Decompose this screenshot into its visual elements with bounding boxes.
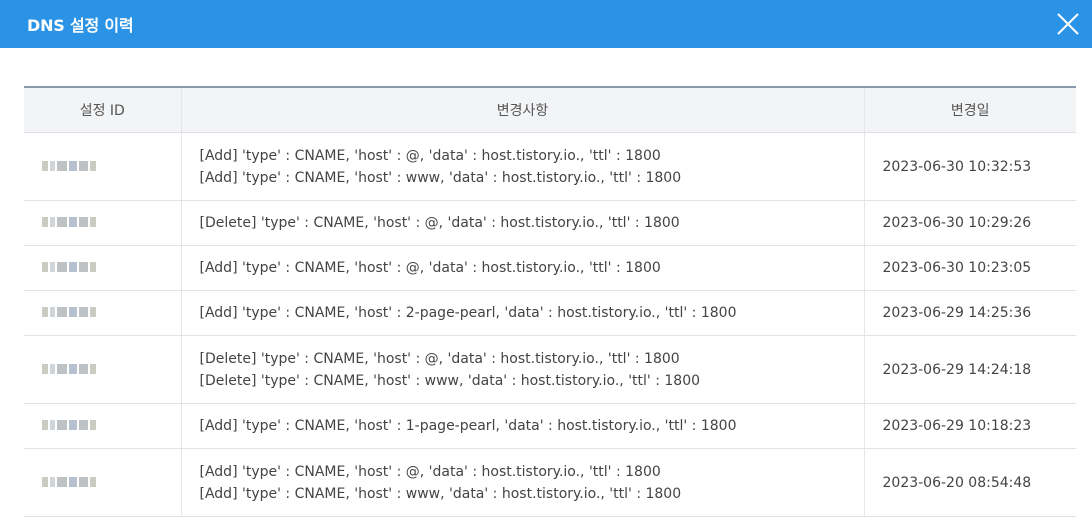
changed-date-cell: 2023-06-29 14:25:36 (863, 290, 1076, 336)
column-header-date: 변경일 (863, 86, 1076, 133)
changes-cell: [Delete] 'type' : CNAME, 'host' : @, 'da… (180, 200, 864, 246)
history-table: 설정 ID 변경사항 변경일 [Add] 'type' : CNAME, 'ho… (24, 86, 1076, 517)
blurred-id (42, 307, 100, 317)
change-line: [Add] 'type' : CNAME, 'host' : @, 'data'… (199, 147, 661, 164)
changes-cell: [Delete] 'type' : CNAME, 'host' : @, 'da… (180, 335, 864, 404)
blurred-id (42, 262, 100, 272)
table-row: [Add] 'type' : CNAME, 'host' : 2-page-pe… (24, 290, 1076, 336)
setting-id-cell (24, 245, 181, 291)
changes-cell: [Add] 'type' : CNAME, 'host' : @, 'data'… (180, 448, 864, 517)
blurred-id (42, 160, 100, 171)
close-icon (1057, 13, 1079, 35)
blurred-id (42, 476, 100, 487)
close-button[interactable] (1044, 0, 1092, 48)
changed-date-cell: 2023-06-29 10:18:23 (863, 403, 1076, 449)
changes-cell: [Add] 'type' : CNAME, 'host' : 1-page-pe… (180, 403, 864, 449)
history-table-wrap: 설정 ID 변경사항 변경일 [Add] 'type' : CNAME, 'ho… (24, 86, 1076, 517)
table-row: [Add] 'type' : CNAME, 'host' : 1-page-pe… (24, 403, 1076, 449)
changed-date-cell: 2023-06-20 08:54:48 (863, 448, 1076, 517)
table-row: [Add] 'type' : CNAME, 'host' : @, 'data'… (24, 245, 1076, 291)
change-line: [Add] 'type' : CNAME, 'host' : @, 'data'… (199, 463, 661, 480)
change-line: [Add] 'type' : CNAME, 'host' : @, 'data'… (199, 260, 661, 276)
column-header-changes: 변경사항 (180, 86, 864, 133)
column-header-id: 설정 ID (24, 86, 181, 133)
change-line: [Add] 'type' : CNAME, 'host' : www, 'dat… (199, 485, 682, 502)
change-line: [Add] 'type' : CNAME, 'host' : www, 'dat… (199, 169, 682, 186)
changed-date-cell: 2023-06-30 10:29:26 (863, 200, 1076, 246)
setting-id-cell (24, 448, 181, 517)
changes-cell: [Add] 'type' : CNAME, 'host' : @, 'data'… (180, 245, 864, 291)
table-row: [Delete] 'type' : CNAME, 'host' : @, 'da… (24, 200, 1076, 246)
change-line: [Add] 'type' : CNAME, 'host' : 2-page-pe… (199, 305, 737, 321)
modal-header: DNS 설정 이력 (0, 0, 1092, 48)
blurred-id (42, 363, 100, 374)
table-row: [Add] 'type' : CNAME, 'host' : @, 'data'… (24, 448, 1076, 517)
changes-cell: [Add] 'type' : CNAME, 'host' : @, 'data'… (180, 132, 864, 201)
change-line: [Delete] 'type' : CNAME, 'host' : @, 'da… (199, 215, 680, 231)
change-line: [Delete] 'type' : CNAME, 'host' : @, 'da… (199, 350, 680, 367)
changed-date-cell: 2023-06-30 10:32:53 (863, 132, 1076, 201)
setting-id-cell (24, 200, 181, 246)
table-header-row: 설정 ID 변경사항 변경일 (24, 86, 1076, 133)
setting-id-cell (24, 403, 181, 449)
setting-id-cell (24, 132, 181, 201)
table-row: [Delete] 'type' : CNAME, 'host' : @, 'da… (24, 335, 1076, 404)
changed-date-cell: 2023-06-29 14:24:18 (863, 335, 1076, 404)
table-row: [Add] 'type' : CNAME, 'host' : @, 'data'… (24, 132, 1076, 201)
change-line: [Add] 'type' : CNAME, 'host' : 1-page-pe… (199, 418, 737, 434)
setting-id-cell (24, 290, 181, 336)
modal-title: DNS 설정 이력 (27, 16, 134, 35)
setting-id-cell (24, 335, 181, 404)
blurred-id (42, 217, 100, 227)
changed-date-cell: 2023-06-30 10:23:05 (863, 245, 1076, 291)
blurred-id (42, 420, 100, 430)
change-line: [Delete] 'type' : CNAME, 'host' : www, '… (199, 372, 701, 389)
changes-cell: [Add] 'type' : CNAME, 'host' : 2-page-pe… (180, 290, 864, 336)
dns-history-modal: DNS 설정 이력 설정 ID 변경사항 변경일 [Add] 'type' : … (0, 0, 1092, 517)
